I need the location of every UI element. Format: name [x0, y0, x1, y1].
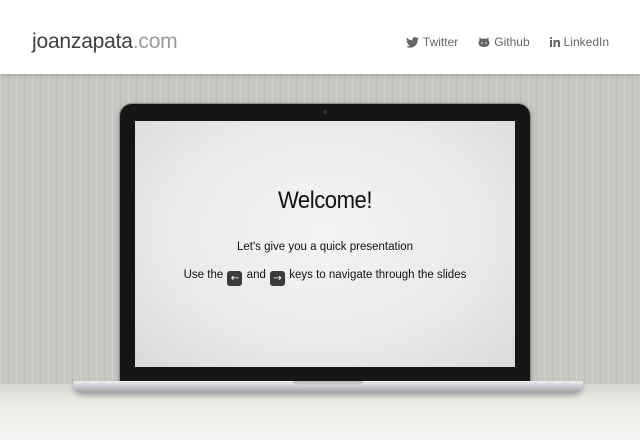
site-header: joanzapata.com Twitter Github LinkedIn — [0, 0, 640, 74]
laptop-notch — [293, 381, 363, 386]
presentation-screen[interactable]: Welcome! Let's give you a quick presenta… — [135, 121, 515, 367]
instr-suffix: keys to navigate through the slides — [289, 269, 467, 281]
nav-label-linkedin: LinkedIn — [563, 35, 609, 49]
social-nav: Twitter Github LinkedIn — [405, 34, 609, 50]
right-arrow-key-icon: → — [270, 271, 286, 286]
instr-and: and — [246, 269, 266, 281]
camera-icon — [323, 110, 327, 114]
instr-prefix: Use the — [183, 269, 224, 281]
nav-link-github[interactable]: Github — [478, 34, 530, 50]
laptop-base — [73, 381, 583, 393]
nav-link-linkedin[interactable]: LinkedIn — [549, 34, 609, 50]
logo-tld: .com — [132, 30, 178, 53]
laptop-lid: Welcome! Let's give you a quick presenta… — [120, 104, 530, 382]
left-arrow-key-icon: ← — [227, 271, 243, 286]
github-icon — [478, 36, 490, 48]
slide-subtitle: Let's give you a quick presentation — [236, 241, 414, 253]
nav-link-twitter[interactable]: Twitter — [405, 34, 459, 50]
twitter-icon — [405, 36, 419, 48]
page: joanzapata.com Twitter Github LinkedIn W… — [0, 0, 640, 440]
slide-title: Welcome! — [277, 187, 373, 214]
site-logo[interactable]: joanzapata.com — [32, 30, 178, 54]
nav-label-twitter: Twitter — [422, 35, 459, 49]
nav-label-github: Github — [494, 35, 530, 49]
linkedin-icon — [549, 37, 560, 47]
logo-name: joanzapata — [32, 30, 133, 53]
slide-instructions: Use the ← and → keys to navigate through… — [135, 269, 515, 286]
